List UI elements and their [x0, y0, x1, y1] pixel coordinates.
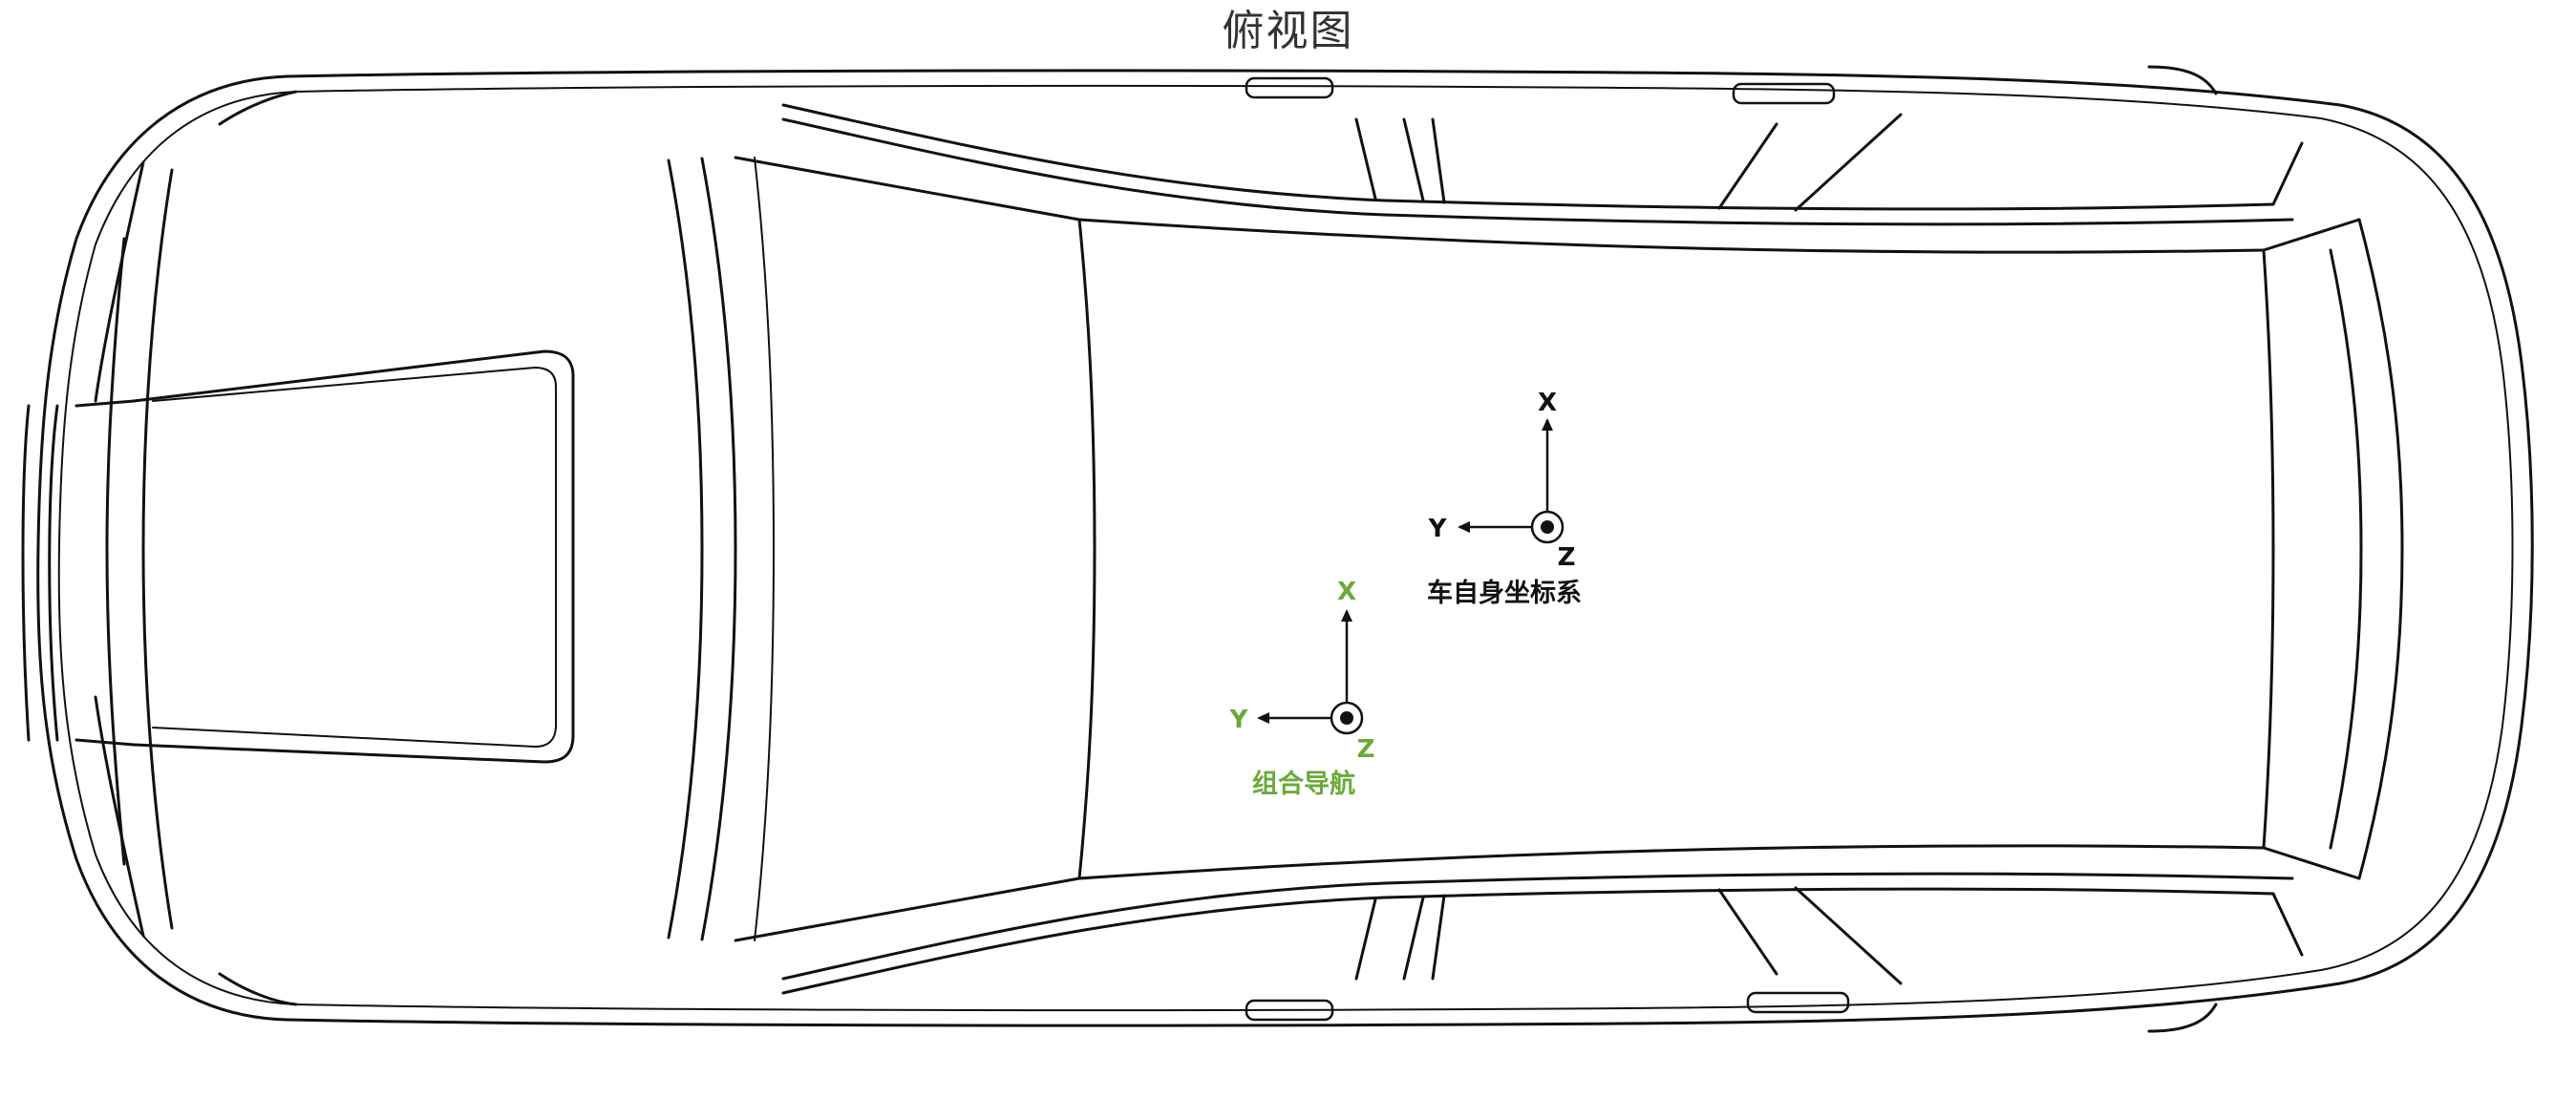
- body-y-label: Y: [1428, 515, 1448, 543]
- ins-frame: X Y Z 组合导航: [1229, 578, 1375, 799]
- car-top-view-diagram: X Y Z 车自身坐标系 X Y Z 组合导航: [21, 65, 2534, 1033]
- body-frame: X Y Z 车自身坐标系: [1427, 389, 1582, 608]
- body-frame-label: 车自身坐标系: [1427, 578, 1582, 608]
- body-x-label: X: [1538, 389, 1557, 417]
- ins-z-label: Z: [1357, 735, 1375, 764]
- ins-frame-label: 组合导航: [1252, 769, 1355, 799]
- ins-x-label: X: [1337, 578, 1356, 606]
- diagram-stage: 俯视图 X Y Z 车自身坐标系 X Y Z 组合导航: [0, 0, 2576, 1094]
- ins-y-label: Y: [1229, 706, 1249, 734]
- body-z-label: Z: [1558, 543, 1576, 572]
- page-title: 俯视图: [1222, 7, 1354, 55]
- car-outline: [21, 65, 2534, 1033]
- ins-z-axis-dot: [1340, 711, 1353, 725]
- body-z-axis-dot: [1541, 520, 1554, 534]
